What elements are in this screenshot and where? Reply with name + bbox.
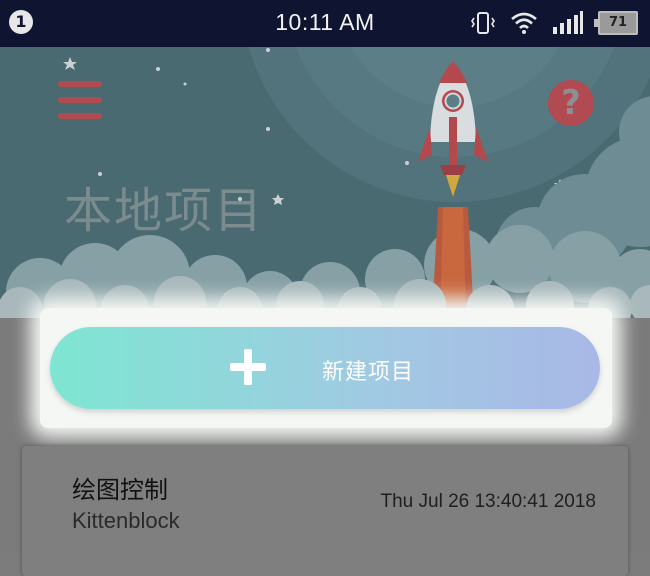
header-banner: ? 本地项目 — [0, 47, 650, 318]
menu-icon — [58, 113, 102, 119]
page-title: 本地项目 — [64, 183, 265, 239]
menu-icon — [58, 97, 102, 103]
help-button[interactable]: ? — [548, 80, 594, 126]
project-author: Kittenblock — [72, 508, 180, 533]
status-icons: 71 — [470, 9, 638, 37]
project-card[interactable]: 绘图控制 Kittenblock Thu Jul 26 13:40:41 201… — [22, 446, 628, 576]
project-name: 绘图控制 — [72, 476, 168, 504]
help-icon: ? — [561, 83, 581, 123]
project-modified-date: Thu Jul 26 13:40:41 2018 — [380, 491, 596, 512]
new-project-button[interactable]: 新建项目 — [50, 327, 600, 409]
vibrate-icon — [471, 12, 495, 34]
plus-icon — [230, 349, 266, 385]
menu-button[interactable] — [55, 77, 105, 125]
signal-icon — [553, 11, 583, 34]
status-bar: 1 10:11 AM 71 — [0, 0, 650, 47]
battery-icon: 71 — [594, 11, 638, 35]
menu-icon — [58, 81, 102, 87]
new-project-label: 新建项目 — [322, 360, 415, 385]
wifi-icon — [511, 12, 537, 34]
